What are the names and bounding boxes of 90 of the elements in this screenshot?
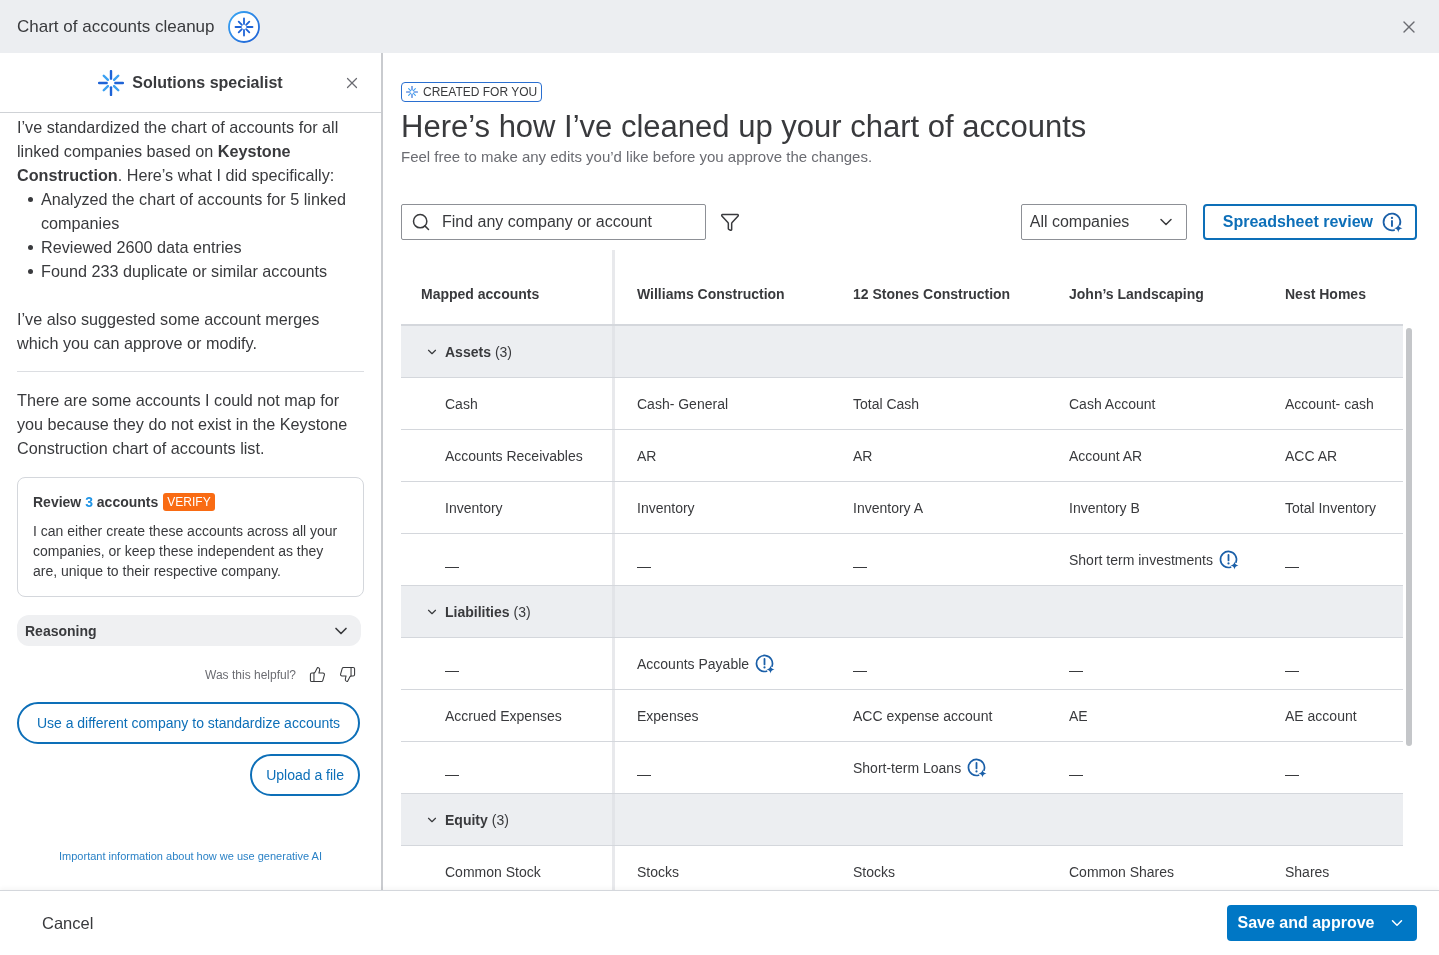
group-label: Equity: [445, 811, 488, 828]
company-dropdown[interactable]: All companies: [1020, 204, 1187, 240]
empty-dash: —: [445, 661, 459, 678]
account-name: Inventory: [445, 499, 503, 516]
burst-circle-icon: [227, 10, 260, 43]
burst-icon: [98, 69, 125, 96]
account-name: Short-term Loans: [853, 759, 962, 776]
account-name: Inventory A: [853, 499, 924, 516]
account-name: Cash- General: [637, 395, 729, 412]
empty-dash: —: [853, 661, 867, 678]
ai-info-link[interactable]: Important information about how we use generative AI: [59, 850, 322, 862]
empty-dash: —: [853, 557, 867, 574]
info-sparkle-icon: [1382, 211, 1403, 233]
account-name: Cash Account: [1069, 395, 1156, 412]
window-title: Chart of accounts cleanup: [17, 16, 215, 37]
account-name: Account AR: [1069, 447, 1143, 464]
merge-note: I’ve also suggested some account merges which you can approve or modify.: [17, 309, 321, 354]
suggestion-button[interactable]: Use a different company to standardize accounts: [17, 702, 360, 744]
intro-text: I’ve standardized the chart of accounts for all linked companies based on Keystone Construction. Here’s what I did specifically:: [17, 117, 340, 186]
account-name: Total Inventory: [1285, 499, 1377, 516]
empty-dash: —: [1285, 661, 1299, 678]
group-count: (3): [494, 343, 513, 360]
verify-badge: VERIFY: [163, 493, 215, 511]
search-icon: [411, 212, 431, 232]
account-name: ACC AR: [1285, 447, 1338, 464]
empty-dash: —: [445, 557, 459, 574]
account-name: Accounts Payable: [637, 655, 750, 672]
step-text: Reviewed 2600 data entries: [41, 237, 242, 258]
group-count: (3): [491, 811, 509, 828]
account-name: Inventory: [637, 499, 695, 516]
account-name: Total Cash: [853, 395, 920, 412]
column-heading: Williams Construction: [637, 286, 785, 302]
step-text: Analyzed the chart of accounts for 5 linked companies: [41, 189, 348, 234]
bullet-icon: [28, 197, 33, 202]
column-heading: John’s Landscaping: [1069, 286, 1204, 302]
account-name: Short term investments: [1069, 551, 1213, 568]
empty-dash: —: [1285, 557, 1299, 574]
account-name: AE account: [1285, 707, 1357, 724]
burst-icon: [406, 86, 418, 98]
alert-sparkle-icon[interactable]: [1218, 549, 1239, 570]
account-name: AR: [853, 447, 873, 464]
empty-dash: —: [1069, 765, 1083, 782]
group-label: Assets: [445, 343, 491, 360]
save-and-approve-button[interactable]: Save and approve: [1227, 905, 1417, 941]
review-title: Review 3 accounts: [33, 494, 159, 510]
account-name: Cash: [445, 395, 478, 412]
account-name: Stocks: [637, 863, 679, 880]
account-name: Expenses: [637, 707, 699, 724]
spreadsheet-review-button[interactable]: Spreadsheet review: [1202, 204, 1417, 240]
column-heading: Mapped accounts: [421, 286, 540, 302]
empty-dash: —: [637, 557, 651, 574]
scrollbar-thumb[interactable]: [1406, 328, 1412, 746]
account-name: Shares: [1285, 863, 1330, 880]
thumbs-down-icon[interactable]: [339, 666, 356, 683]
group-label: Liabilities: [445, 603, 510, 620]
feedback-prompt: Was this helpful?: [205, 667, 296, 682]
column-heading: Nest Homes: [1285, 286, 1366, 302]
tag-label: CREATED FOR YOU: [423, 85, 538, 99]
account-name: AE: [1069, 707, 1088, 724]
suggestion-button[interactable]: Upload a file: [250, 754, 360, 796]
column-heading: 12 Stones Construction: [853, 286, 1011, 302]
empty-dash: —: [1069, 661, 1083, 678]
step-text: Found 233 duplicate or similar accounts: [41, 261, 328, 282]
account-name: AR: [637, 447, 657, 464]
account-name: Stocks: [853, 863, 895, 880]
empty-dash: —: [1285, 765, 1299, 782]
page-subheading: Feel free to make any edits you’d like before you approve the changes.: [401, 147, 874, 167]
empty-dash: —: [445, 765, 459, 782]
account-name: Account- cash: [1285, 395, 1374, 412]
reasoning-toggle[interactable]: Reasoning: [17, 615, 361, 646]
group-count: (3): [513, 603, 531, 620]
alert-sparkle-icon[interactable]: [755, 653, 776, 674]
unmapped-note: There are some accounts I could not map for you because they do not exist in the Keystone Construction chart of accounts list.: [17, 390, 349, 459]
cancel-button[interactable]: Cancel: [42, 913, 94, 933]
account-name: Inventory B: [1069, 499, 1140, 516]
account-name: ACC expense account: [853, 707, 993, 724]
alert-sparkle-icon[interactable]: [967, 757, 988, 778]
filter-icon[interactable]: [720, 212, 740, 232]
bullet-icon: [28, 269, 33, 274]
search-field[interactable]: Find any company or account: [401, 204, 706, 240]
account-name: Accounts Receivables: [445, 447, 583, 464]
panel-title: Solutions specialist: [132, 73, 283, 92]
account-name: Accrued Expenses: [445, 707, 562, 724]
account-name: Common Shares: [1069, 863, 1175, 880]
page-heading: Here’s how I’ve cleaned up your chart of accounts: [401, 108, 1088, 146]
empty-dash: —: [637, 765, 651, 782]
account-name: Common Stock: [445, 863, 541, 880]
thumbs-up-icon[interactable]: [309, 666, 326, 683]
review-text: I can either create these accounts across all your companies, or keep these independent as they are, unique to their respective company.: [33, 522, 339, 581]
bullet-icon: [28, 245, 33, 250]
